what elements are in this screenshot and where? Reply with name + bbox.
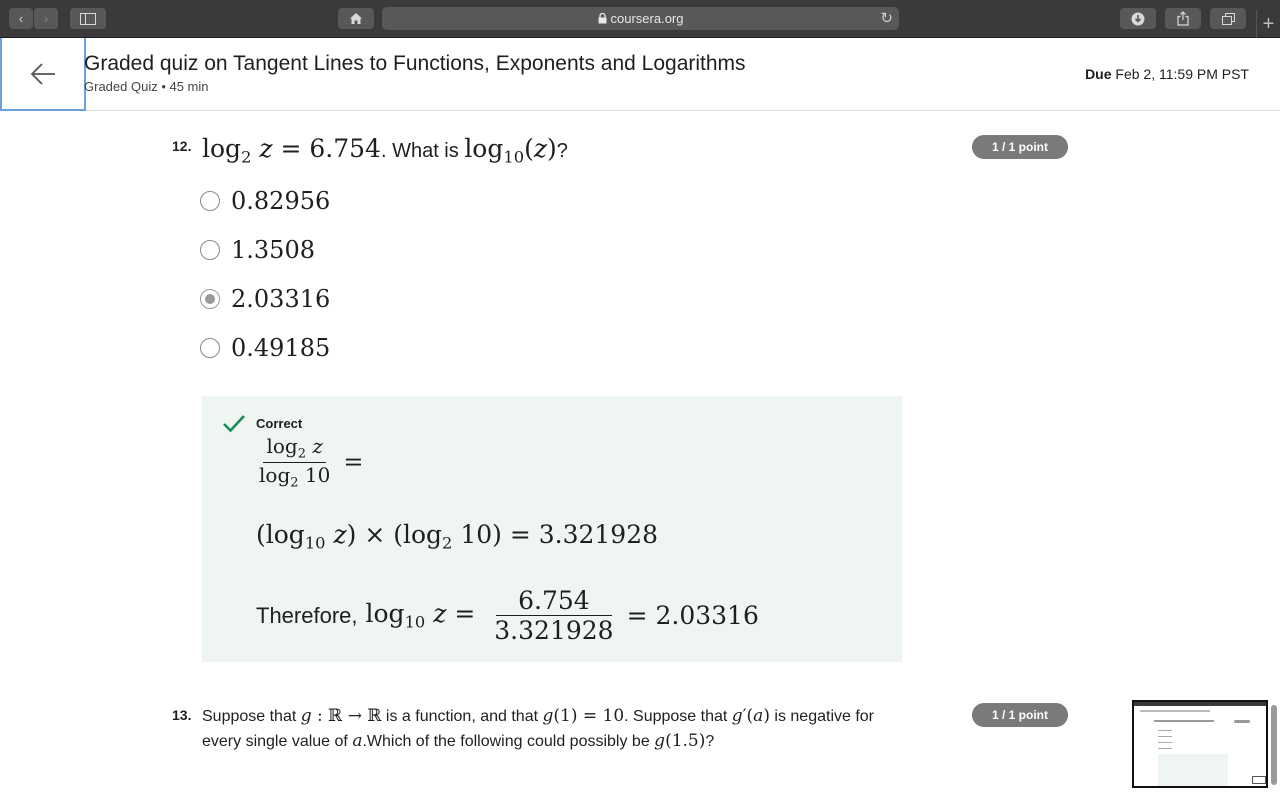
radio-button[interactable] — [200, 191, 220, 211]
option-label: 1.3508 — [231, 236, 315, 264]
quiz-header: Graded quiz on Tangent Lines to Function… — [0, 38, 1280, 111]
question-number: 12. — [172, 138, 192, 154]
url-text: coursera.org — [610, 11, 684, 26]
tab-overview-button[interactable] — [1210, 8, 1246, 29]
radio-button[interactable] — [200, 240, 220, 260]
answer-option-selected[interactable]: 2.03316 — [200, 285, 330, 313]
fraction-denominator: 3.321928 — [494, 616, 614, 645]
answer-option[interactable]: 0.49185 — [200, 334, 330, 362]
result-value: = 2.03316 — [626, 601, 759, 630]
due-value: Feb 2, 11:59 PM PST — [1115, 66, 1249, 82]
radio-button-selected[interactable] — [200, 289, 220, 309]
reload-icon[interactable]: ↻ — [880, 9, 893, 27]
page-title: Graded quiz on Tangent Lines to Function… — [84, 52, 746, 75]
back-button[interactable] — [0, 38, 86, 111]
browser-toolbar: ‹ › coursera.org ↻ + — [0, 0, 1280, 38]
question-prompt: Suppose that g : ℝ → ℝ is a function, an… — [202, 706, 875, 751]
prompt-text: . What is — [380, 140, 465, 162]
question-prompt: log2 z = 6.754. What is log10(z)? — [202, 134, 568, 167]
share-button[interactable] — [1165, 8, 1201, 29]
home-icon — [350, 13, 362, 24]
arrow-left-icon — [30, 62, 55, 85]
back-nav-button[interactable]: ‹ — [9, 8, 33, 29]
option-label: 0.82956 — [231, 187, 331, 215]
download-icon — [1131, 12, 1145, 25]
scrollbar-thumb[interactable] — [1271, 705, 1277, 785]
due-date: Due Feb 2, 11:59 PM PST — [1085, 66, 1249, 82]
answer-option[interactable]: 1.3508 — [200, 236, 315, 264]
checkmark-icon — [223, 415, 245, 433]
chevron-left-icon: ‹ — [18, 11, 24, 26]
option-label: 0.49185 — [231, 334, 331, 362]
answer-option[interactable]: 0.82956 — [200, 187, 330, 215]
formula-line-1: log2 z log2 10 = — [259, 434, 364, 491]
page-minimap[interactable] — [1132, 700, 1268, 788]
due-label: Due — [1085, 66, 1112, 82]
formula-line-3: Therefore, log10 z = 6.754 3.321928 = 2.0… — [256, 586, 759, 645]
sidebar-button[interactable] — [70, 8, 106, 29]
forward-nav-button[interactable]: › — [34, 8, 58, 29]
share-icon — [1177, 11, 1189, 26]
equals-sign: = — [343, 448, 364, 477]
new-tab-button[interactable]: + — [1256, 10, 1280, 38]
option-label: 2.03316 — [231, 285, 331, 313]
downloads-button[interactable] — [1120, 8, 1156, 29]
feedback-panel: Correct log2 z log2 10 = (log10 z) × (log… — [202, 396, 902, 662]
address-bar[interactable]: coursera.org ↻ — [382, 7, 899, 30]
lock-icon — [598, 13, 606, 24]
points-badge: 1 / 1 point — [972, 703, 1068, 727]
quiz-meta: Graded Quiz • 45 min — [84, 79, 209, 94]
fraction-numerator: 6.754 — [496, 586, 612, 616]
tabs-icon — [1221, 12, 1235, 25]
points-badge: 1 / 1 point — [972, 135, 1068, 159]
feedback-status: Correct — [256, 416, 303, 431]
formula-line-2: (log10 z) × (log2 10) = 3.321928 — [256, 520, 659, 553]
home-button[interactable] — [338, 8, 374, 29]
prompt-end: ? — [556, 140, 568, 162]
question-number: 13. — [172, 707, 192, 723]
therefore-text: Therefore, — [256, 602, 358, 628]
sidebar-icon — [80, 12, 96, 25]
radio-button[interactable] — [200, 338, 220, 358]
chevron-right-icon: › — [43, 11, 49, 26]
